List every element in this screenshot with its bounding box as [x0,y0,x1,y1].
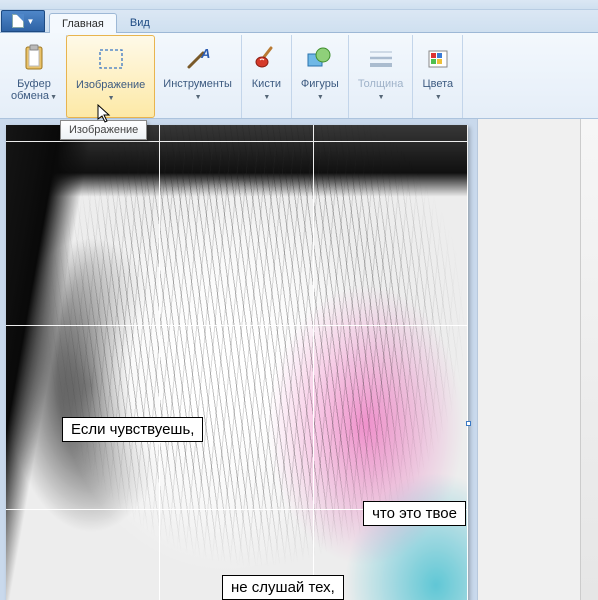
resize-handle-right[interactable] [466,421,471,426]
tools-icon: A [182,43,214,75]
scroll-area[interactable] [477,119,598,600]
brush-icon [250,43,282,75]
group-colors[interactable]: Цвета▼ [413,35,463,118]
clipboard-icon [18,43,50,75]
group-image[interactable]: Изображение▼ [66,35,155,118]
canvas-image: Если чувствуешь, что это твое не слушай … [6,125,468,600]
group-shapes[interactable]: Фигуры▼ [292,35,349,118]
group-label: Цвета▼ [421,77,456,106]
canvas[interactable]: Если чувствуешь, что это твое не слушай … [6,125,468,600]
workspace: Если чувствуешь, что это твое не слушай … [0,119,598,600]
group-thickness: Толщина▼ [349,35,414,118]
group-label: Буферобмена▼ [9,77,59,106]
group-clipboard[interactable]: Буферобмена▼ [2,35,67,118]
colors-icon [422,43,454,75]
canvas-caption-2: что это твое [363,501,466,526]
group-label: Изображение▼ [74,78,147,107]
thickness-icon [365,43,397,75]
canvas-caption-1: Если чувствуешь, [62,417,203,442]
group-tools[interactable]: A Инструменты▼ [154,35,242,118]
titlebar [0,0,598,10]
group-label: Толщина▼ [356,77,406,106]
canvas-caption-3: не слушай тех, [222,575,344,600]
tabs-row: ▼ Главная Вид [0,10,598,33]
document-icon [12,14,24,28]
chevron-down-icon: ▼ [27,17,35,26]
canvas-zone[interactable]: Если чувствуешь, что это твое не слушай … [0,119,477,600]
app-menu-button[interactable]: ▼ [1,10,45,32]
selection-icon [95,44,127,76]
tab-view[interactable]: Вид [117,12,163,32]
tooltip: Изображение [60,120,147,140]
svg-text:A: A [200,46,210,61]
group-label: Фигуры▼ [299,77,341,106]
shapes-icon [304,43,336,75]
group-brushes[interactable]: Кисти▼ [242,35,292,118]
ribbon: Буферобмена▼ Изображение▼ A Инструменты▼… [0,33,598,119]
group-label: Инструменты▼ [161,77,234,106]
tab-main[interactable]: Главная [49,13,117,33]
group-label: Кисти▼ [250,77,283,106]
